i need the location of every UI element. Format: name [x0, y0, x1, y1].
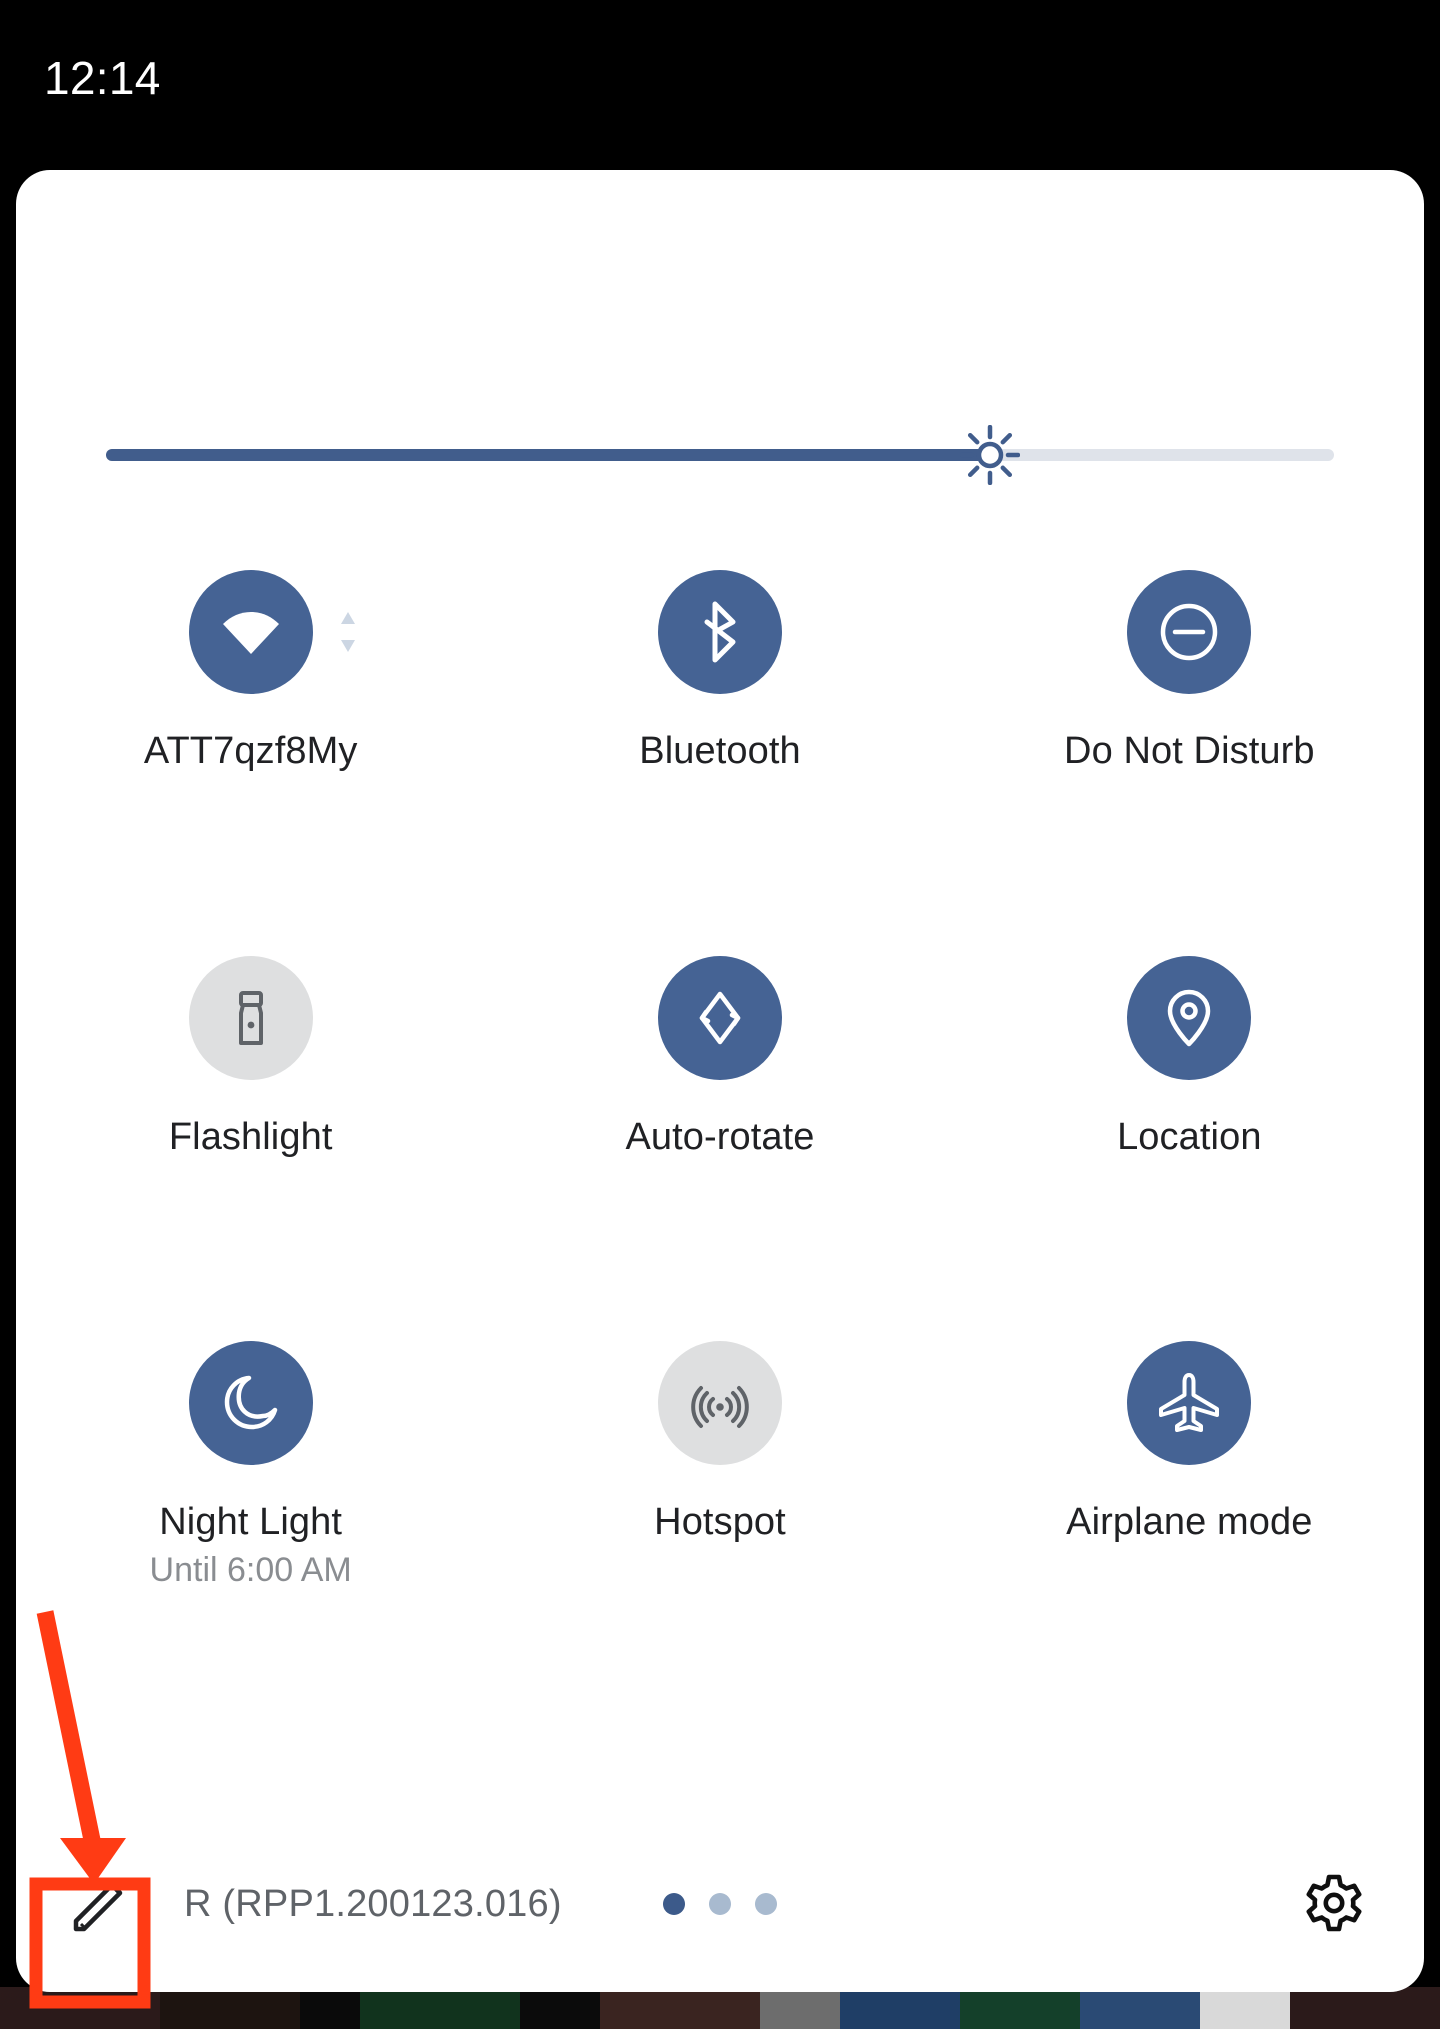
tile-night-light-circle[interactable] — [188, 1341, 313, 1466]
gear-icon — [1306, 1874, 1362, 1932]
tile-auto-rotate[interactable]: Auto-rotate — [485, 955, 954, 1160]
tile-night-light-icon-wrap — [188, 1341, 313, 1466]
tile-flashlight-label: Flashlight — [168, 1115, 333, 1158]
tile-airplane-mode-label: Airplane mode — [1066, 1501, 1313, 1544]
quick-settings-tiles: ATT7qzf8My Bluetooth Do Not Disturb Flas… — [16, 570, 1424, 1590]
brightness-fill — [106, 449, 991, 461]
tile-wifi-circle[interactable] — [188, 570, 313, 694]
tile-flashlight-circle[interactable] — [188, 955, 313, 1080]
tile-wifi-label: ATT7qzf8My — [143, 730, 358, 772]
tile-do-not-disturb-icon-wrap — [1127, 570, 1252, 694]
page-dot-2 — [709, 1893, 731, 1915]
tile-auto-rotate-icon-wrap — [657, 955, 782, 1080]
status-bar: 12:14 — [0, 0, 1440, 170]
wallpaper-strip — [0, 1987, 1440, 2029]
tile-wifi[interactable]: ATT7qzf8My — [16, 570, 485, 774]
tile-hotspot-icon-wrap — [657, 1341, 782, 1466]
tile-hotspot[interactable]: Hotspot — [485, 1341, 954, 1590]
flashlight-icon — [238, 990, 263, 1045]
quick-settings-panel: ATT7qzf8My Bluetooth Do Not Disturb Flas… — [16, 170, 1424, 1992]
build-version-label: R (RPP1.200123.016) — [184, 1882, 562, 1925]
quick-settings-footer: R (RPP1.200123.016) — [16, 1816, 1424, 1992]
pencil-edit-icon — [73, 1882, 123, 1932]
tile-location-circle[interactable] — [1127, 955, 1252, 1080]
hotspot-icon — [691, 1386, 749, 1429]
do-not-disturb-icon — [1161, 603, 1218, 661]
moon-icon — [224, 1376, 277, 1430]
brightness-sun-icon[interactable] — [959, 424, 1021, 486]
brightness-slider[interactable] — [16, 424, 1424, 486]
tile-airplane-mode-icon-wrap — [1127, 1341, 1252, 1466]
tile-location-label: Location — [1117, 1115, 1262, 1158]
tile-auto-rotate-circle[interactable] — [657, 955, 782, 1080]
tile-airplane-mode[interactable]: Airplane mode — [955, 1341, 1424, 1590]
location-pin-icon — [1168, 989, 1211, 1046]
bluetooth-icon — [704, 601, 736, 663]
tile-auto-rotate-label: Auto-rotate — [625, 1115, 815, 1158]
settings-button[interactable] — [1298, 1868, 1370, 1940]
tile-night-light-sublabel: Until 6:00 AM — [149, 1551, 352, 1590]
tile-night-light[interactable]: Night Light Until 6:00 AM — [16, 1341, 485, 1590]
page-dot-1 — [663, 1893, 685, 1915]
tile-bluetooth-label: Bluetooth — [639, 730, 801, 772]
wifi-icon — [222, 612, 279, 654]
edit-button[interactable] — [58, 1861, 144, 1947]
tile-hotspot-circle[interactable] — [657, 1341, 782, 1466]
tile-flashlight[interactable]: Flashlight — [16, 955, 485, 1160]
tile-bluetooth-icon-wrap — [657, 570, 782, 694]
tile-hotspot-label: Hotspot — [654, 1501, 786, 1544]
brightness-track[interactable] — [106, 424, 1334, 486]
tile-bluetooth-circle[interactable] — [657, 570, 782, 694]
tile-wifi-icon-wrap — [188, 570, 355, 694]
tile-location-icon-wrap — [1127, 955, 1252, 1080]
tile-do-not-disturb[interactable]: Do Not Disturb — [955, 570, 1424, 774]
airplane-icon — [1159, 1373, 1220, 1433]
status-bar-clock: 12:14 — [44, 52, 161, 104]
auto-rotate-icon — [699, 991, 741, 1044]
tile-night-light-label: Night Light — [159, 1501, 343, 1544]
tile-bluetooth[interactable]: Bluetooth — [485, 570, 954, 774]
tile-do-not-disturb-circle[interactable] — [1127, 570, 1252, 694]
tile-flashlight-icon-wrap — [188, 955, 313, 1080]
wifi-expand-chevron-icon[interactable] — [337, 608, 359, 656]
tile-do-not-disturb-label: Do Not Disturb — [1064, 730, 1315, 772]
page-dot-3 — [755, 1893, 777, 1915]
tile-airplane-mode-circle[interactable] — [1127, 1341, 1252, 1466]
tile-location[interactable]: Location — [955, 955, 1424, 1160]
